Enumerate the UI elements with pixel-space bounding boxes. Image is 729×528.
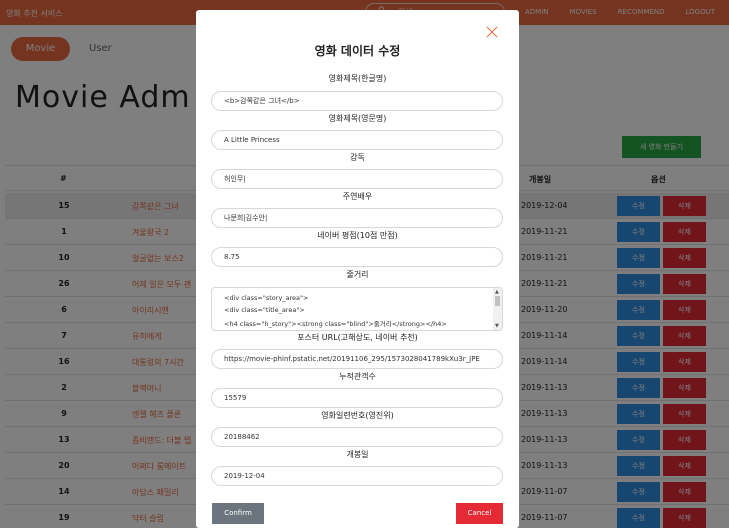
movie-code-input[interactable]: 20188462 xyxy=(211,427,503,447)
modal-title: 영화 데이터 수정 xyxy=(314,44,401,58)
release-label: 개봉일 xyxy=(346,450,369,459)
rating-label: 네이버 평점(10점 만점) xyxy=(317,231,398,240)
title-en-label: 영화제목(영문명) xyxy=(328,114,387,123)
audience-input[interactable]: 15579 xyxy=(211,388,503,408)
actors-input[interactable]: 나문희|김수안| xyxy=(211,208,503,228)
audience-label: 누적관객수 xyxy=(339,372,376,381)
movie-code-label: 영화일련번호(영진위) xyxy=(321,411,394,420)
cancel-button[interactable]: Cancel xyxy=(456,503,503,524)
release-date-input[interactable]: 2019-12-04 xyxy=(211,466,503,486)
plot-line: <div class="story_area"> xyxy=(224,294,309,302)
scrollbar-thumb[interactable] xyxy=(495,296,500,306)
scroll-up-icon[interactable]: ▲ xyxy=(495,289,499,295)
title-ko-input[interactable]: <b>감쪽같은 그녀</b> xyxy=(211,91,503,111)
edit-movie-modal: 영화 데이터 수정 영화제목(한글명) <b>감쪽같은 그녀</b> 영화제목(… xyxy=(196,10,519,528)
actors-label: 주연배우 xyxy=(342,192,373,201)
director-input[interactable]: 허인무| xyxy=(211,169,503,189)
poster-url-input[interactable]: https://movie-phinf.pstatic.net/20191106… xyxy=(211,349,503,369)
scroll-down-icon[interactable]: ▼ xyxy=(495,323,499,329)
director-label: 감독 xyxy=(350,153,365,162)
confirm-button[interactable]: Confirm xyxy=(212,503,264,524)
plot-textarea[interactable]: <div class="story_area"> <div class="tit… xyxy=(211,287,503,331)
rating-input[interactable]: 8.75 xyxy=(211,247,503,267)
plot-label: 줄거리 xyxy=(346,270,369,279)
title-en-input[interactable]: A Little Princess xyxy=(211,130,503,150)
close-icon[interactable] xyxy=(485,25,499,39)
plot-scrollbar[interactable]: ▲ ▼ xyxy=(493,288,502,330)
plot-line: <div class="title_area"> xyxy=(224,306,305,314)
plot-line: <h4 class="h_story"><strong class="blind… xyxy=(224,320,447,328)
poster-label: 포스터 URL(고해상도, 네이버 추천) xyxy=(297,333,418,342)
title-ko-label: 영화제목(한글명) xyxy=(328,74,387,83)
